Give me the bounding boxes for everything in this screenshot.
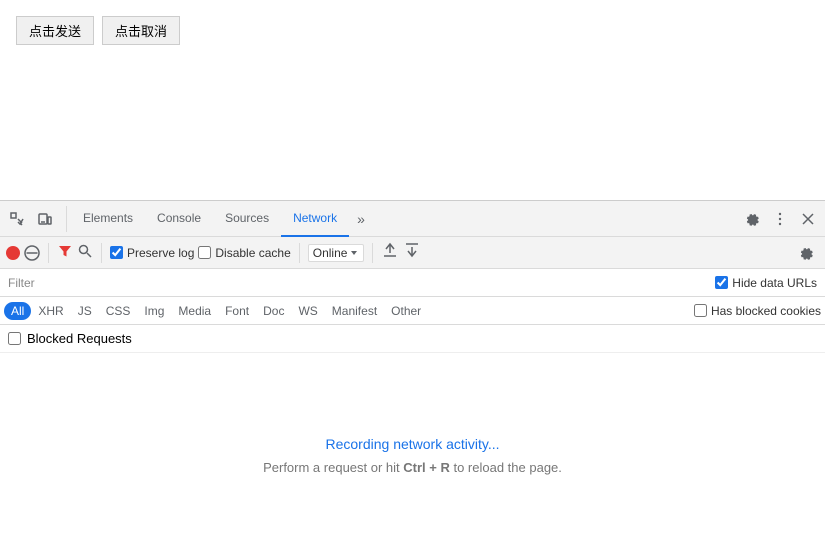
blocked-requests-bar: Blocked Requests	[0, 325, 825, 353]
has-blocked-cookies-checkbox[interactable]	[694, 304, 707, 317]
tab-sources[interactable]: Sources	[213, 201, 281, 237]
preserve-log-label[interactable]: Preserve log	[110, 246, 194, 260]
export-har-icon[interactable]	[403, 241, 421, 264]
type-css-button[interactable]: CSS	[99, 302, 138, 320]
separator-1	[48, 243, 49, 263]
blocked-requests-label: Blocked Requests	[27, 331, 132, 346]
type-font-button[interactable]: Font	[218, 302, 256, 320]
hint-text: Perform a request or hit Ctrl + R to rel…	[263, 460, 562, 475]
type-other-button[interactable]: Other	[384, 302, 428, 320]
type-all-button[interactable]: All	[4, 302, 31, 320]
network-throttle-select[interactable]: Online	[308, 244, 365, 262]
clear-button[interactable]	[24, 245, 40, 261]
devtools-left-icons	[4, 206, 67, 232]
disable-cache-label[interactable]: Disable cache	[198, 246, 290, 260]
hide-data-urls-checkbox[interactable]	[715, 276, 728, 289]
import-har-icon[interactable]	[381, 241, 399, 264]
device-toggle-icon[interactable]	[32, 206, 58, 232]
network-controls-bar: Preserve log Disable cache Online	[0, 237, 825, 269]
has-blocked-cookies-label[interactable]: Has blocked cookies	[694, 304, 821, 318]
network-settings-icon[interactable]	[793, 240, 819, 266]
type-media-button[interactable]: Media	[171, 302, 218, 320]
type-xhr-button[interactable]: XHR	[31, 302, 70, 320]
filter-label: Filter	[8, 276, 35, 290]
filter-icon[interactable]	[57, 243, 73, 262]
preserve-log-checkbox[interactable]	[110, 246, 123, 259]
search-icon[interactable]	[77, 243, 93, 262]
type-img-button[interactable]: Img	[137, 302, 171, 320]
type-doc-button[interactable]: Doc	[256, 302, 291, 320]
tab-elements[interactable]: Elements	[71, 201, 145, 237]
submit-button[interactable]: 点击发送	[16, 16, 94, 45]
cancel-button[interactable]: 点击取消	[102, 16, 180, 45]
separator-3	[299, 243, 300, 263]
separator-2	[101, 243, 102, 263]
devtools-tabs-bar: Elements Console Sources Network »	[0, 201, 825, 237]
filter-input[interactable]	[43, 276, 708, 290]
more-tabs-button[interactable]: »	[349, 211, 373, 227]
hide-data-urls-label[interactable]: Hide data URLs	[715, 276, 817, 290]
disable-cache-checkbox[interactable]	[198, 246, 211, 259]
tab-console[interactable]: Console	[145, 201, 213, 237]
type-manifest-button[interactable]: Manifest	[325, 302, 384, 320]
close-devtools-icon[interactable]	[795, 206, 821, 232]
filter-bar: Filter Hide data URLs	[0, 269, 825, 297]
type-filter-bar: All XHR JS CSS Img Media Font Doc WS Man…	[0, 297, 825, 325]
blocked-requests-checkbox[interactable]	[8, 332, 21, 345]
type-ws-button[interactable]: WS	[291, 302, 324, 320]
page-area: 点击发送 点击取消	[0, 0, 825, 200]
more-options-icon[interactable]	[767, 206, 793, 232]
type-js-button[interactable]: JS	[71, 302, 99, 320]
network-main-content: Recording network activity... Perform a …	[0, 353, 825, 558]
recording-status: Recording network activity...	[325, 436, 499, 452]
separator-4	[372, 243, 373, 263]
tab-network[interactable]: Network	[281, 201, 349, 237]
record-button[interactable]	[6, 246, 20, 260]
devtools-right-icons	[739, 206, 821, 232]
inspect-icon[interactable]	[4, 206, 30, 232]
devtools-panel: Elements Console Sources Network »	[0, 200, 825, 558]
settings-icon[interactable]	[739, 206, 765, 232]
